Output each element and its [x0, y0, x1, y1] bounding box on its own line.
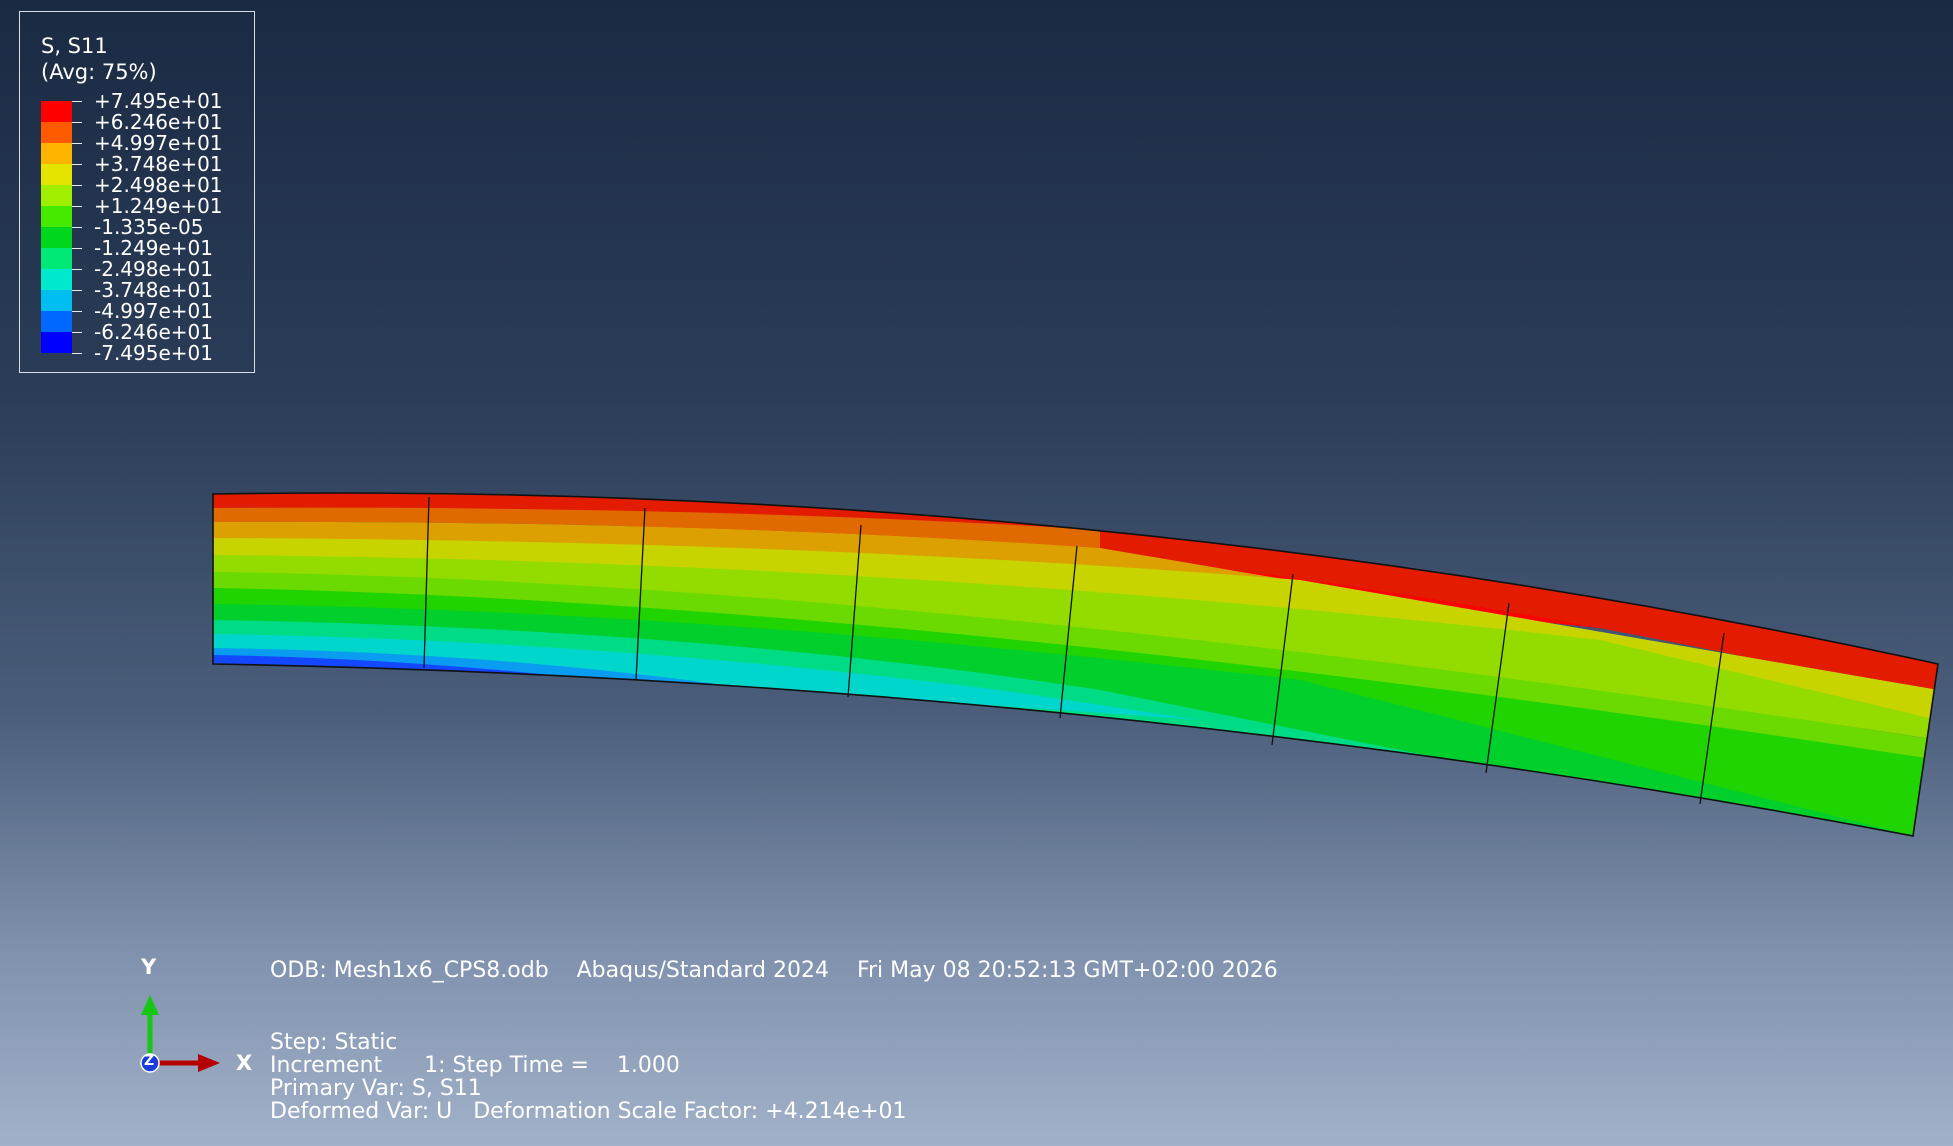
legend-tick — [72, 206, 82, 207]
legend-tick — [72, 227, 82, 228]
legend-title: S, S11 — [41, 34, 108, 58]
legend-swatch — [41, 122, 72, 143]
legend-tick — [72, 143, 82, 144]
legend-swatch — [41, 143, 72, 164]
odb-info-line: ODB: Mesh1x6_CPS8.odb Abaqus/Standard 20… — [270, 958, 1278, 983]
legend-tick — [72, 248, 82, 249]
legend-tick — [72, 311, 82, 312]
legend-swatch — [41, 269, 72, 290]
legend-swatch — [41, 227, 72, 248]
triad-y-label: Y — [141, 955, 157, 979]
legend-tick — [72, 101, 82, 102]
legend-tick — [72, 185, 82, 186]
legend-tick — [72, 122, 82, 123]
legend-swatch — [41, 101, 72, 122]
legend-tick — [72, 164, 82, 165]
legend-swatch — [41, 311, 72, 332]
deformed-beam-contour — [212, 492, 1939, 837]
legend-level-label: -7.495e+01 — [94, 341, 213, 365]
legend-swatch — [41, 164, 72, 185]
legend-tick — [72, 269, 82, 270]
legend-swatch — [41, 206, 72, 227]
legend-swatch — [41, 185, 72, 206]
legend-subtitle: (Avg: 75%) — [41, 60, 157, 84]
triad-z-label: Z — [144, 1053, 155, 1069]
legend-swatch — [41, 332, 72, 353]
legend-swatch — [41, 248, 72, 269]
legend-tick — [72, 353, 82, 354]
deformed-var-line: Deformed Var: U Deformation Scale Factor… — [270, 1099, 907, 1124]
legend-swatch — [41, 290, 72, 311]
triad-x-label: X — [236, 1051, 253, 1075]
legend-tick — [72, 332, 82, 333]
legend-tick — [72, 290, 82, 291]
contour-legend: S, S11 (Avg: 75%) +7.495e+01 +6.246e+01 +4… — [19, 11, 255, 373]
